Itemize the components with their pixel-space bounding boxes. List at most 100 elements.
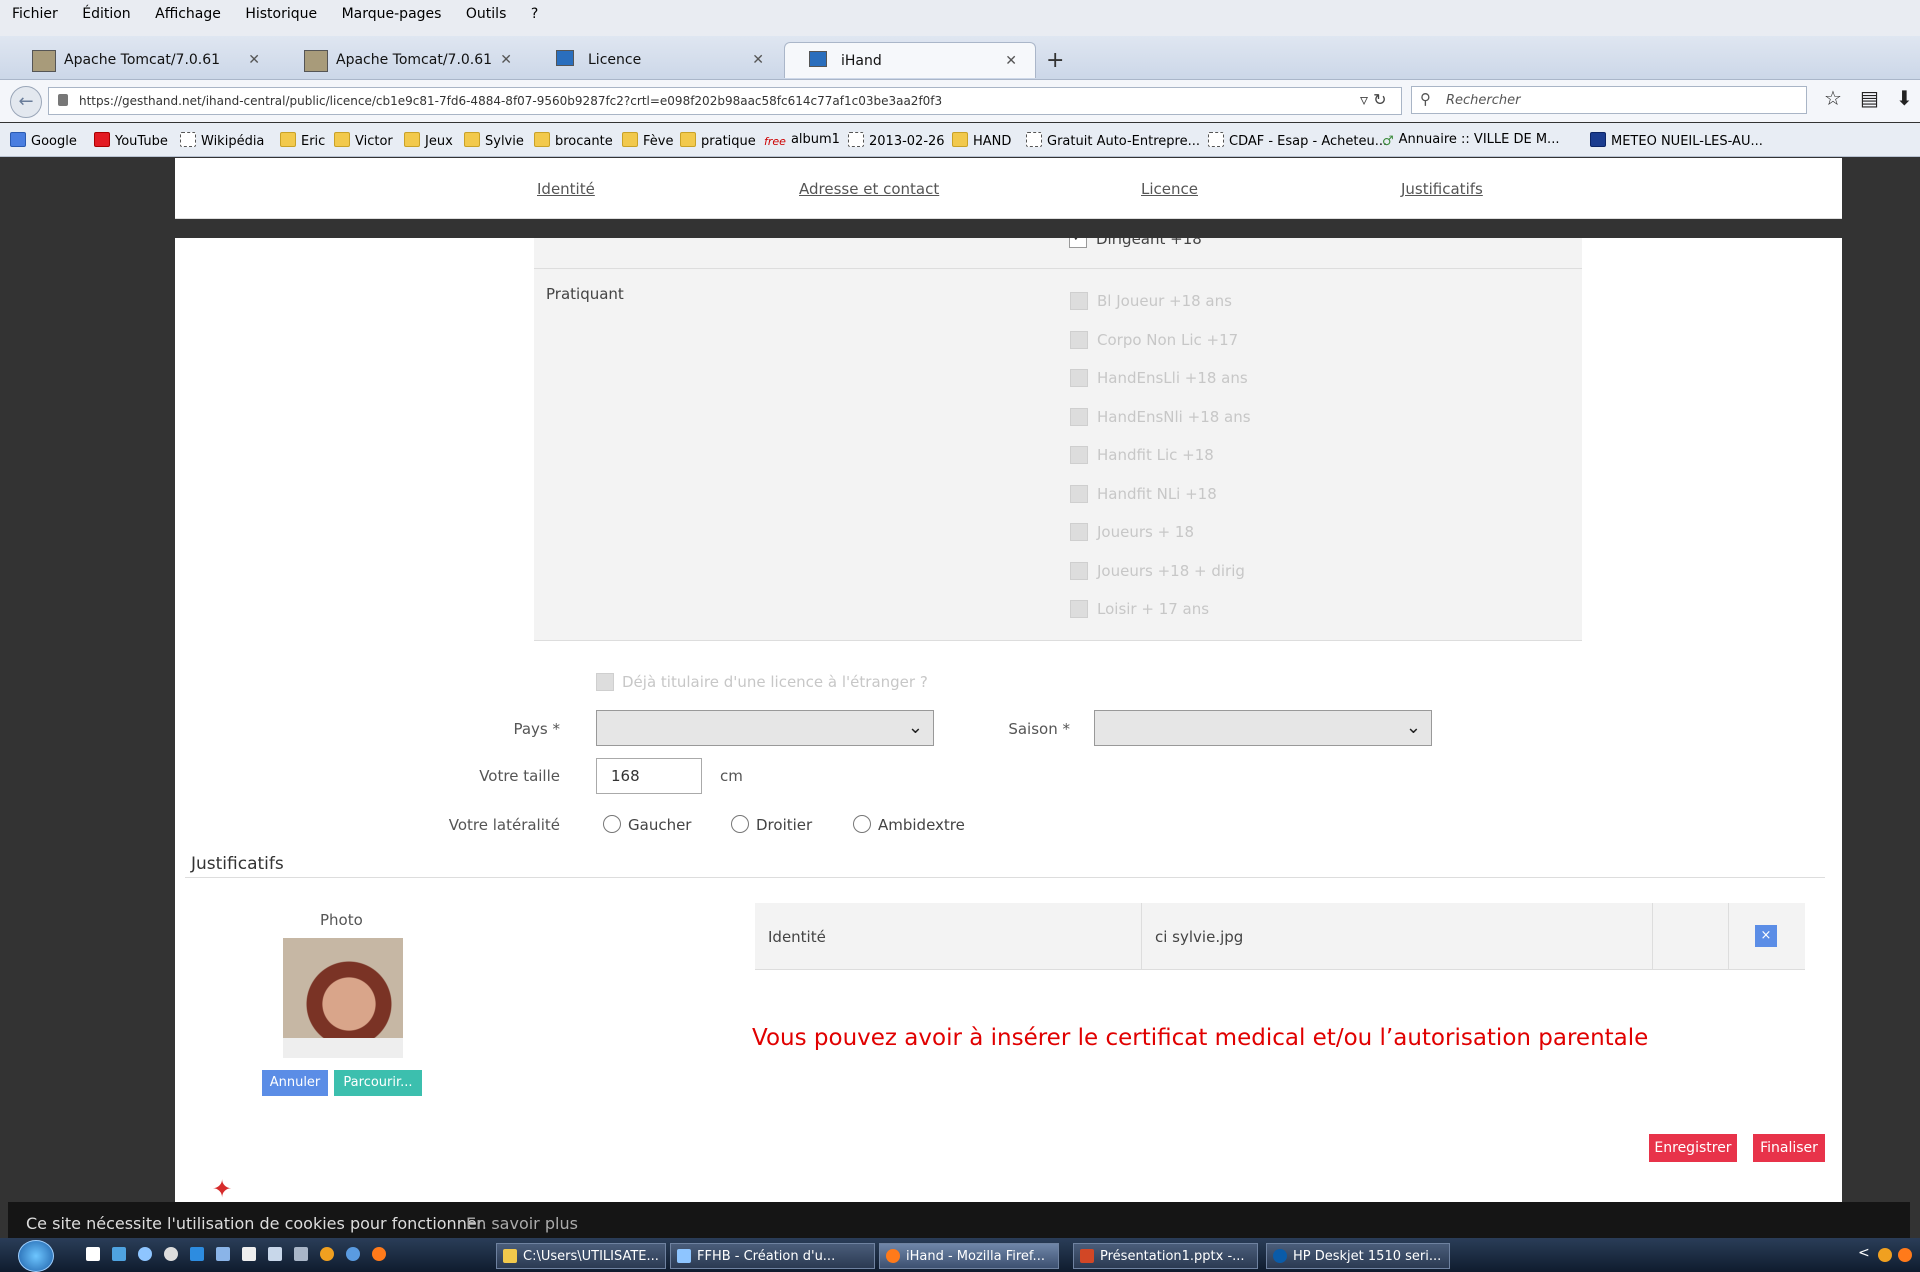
app-icon[interactable] bbox=[268, 1247, 282, 1261]
tray-icon[interactable] bbox=[1878, 1248, 1892, 1262]
finaliser-button[interactable]: Finaliser bbox=[1753, 1134, 1825, 1162]
bookmark-gratuit[interactable]: Gratuit Auto-Entrepre... bbox=[1026, 132, 1200, 149]
tab-licence[interactable]: Licence ✕ bbox=[532, 42, 782, 78]
bookmark-album1[interactable]: free album1 bbox=[764, 132, 840, 148]
etranger-checkbox[interactable] bbox=[596, 673, 614, 691]
pratiquant-checkbox[interactable] bbox=[1070, 600, 1088, 618]
bookmark-hand[interactable]: HAND bbox=[952, 132, 1011, 149]
taskbar-ffhb[interactable]: FFHB - Création d'u... bbox=[670, 1243, 875, 1269]
start-button[interactable] bbox=[18, 1240, 54, 1272]
radio-droitier[interactable] bbox=[731, 815, 749, 833]
menu-aide[interactable]: ? bbox=[531, 6, 538, 22]
close-icon[interactable]: ✕ bbox=[500, 52, 512, 68]
radio-gaucher[interactable] bbox=[603, 815, 621, 833]
taskbar-explorer[interactable]: C:\Users\UTILISATE... bbox=[496, 1243, 666, 1269]
radio-ambidextre[interactable] bbox=[853, 815, 871, 833]
taille-input[interactable]: 168 bbox=[596, 758, 702, 794]
pratiquant-checkbox[interactable] bbox=[1070, 369, 1088, 387]
taskbar-hp[interactable]: HP Deskjet 1510 seri... bbox=[1266, 1243, 1450, 1269]
bookmark-youtube[interactable]: YouTube bbox=[94, 132, 168, 149]
bookmark-wikipedia[interactable]: Wikipédia bbox=[180, 132, 264, 149]
document-filename[interactable]: ci sylvie.jpg bbox=[1155, 928, 1243, 946]
bookmark-jeux[interactable]: Jeux bbox=[404, 132, 453, 149]
cookie-more-link[interactable]: En savoir plus bbox=[466, 1214, 578, 1233]
pratiquant-option-label: Handfit Lic +18 bbox=[1097, 446, 1214, 464]
tab-tomcat-2[interactable]: Apache Tomcat/7.0.61 ✕ bbox=[280, 42, 530, 78]
search-input[interactable]: Rechercher bbox=[1411, 86, 1807, 114]
menu-affichage[interactable]: Affichage bbox=[155, 6, 221, 22]
dirigeant-checkbox[interactable]: ✓ bbox=[1068, 238, 1090, 250]
tab-label: Apache Tomcat/7.0.61 bbox=[64, 52, 221, 68]
app-icon[interactable] bbox=[216, 1247, 230, 1261]
bookmark-brocante[interactable]: brocante bbox=[534, 132, 613, 149]
bookmark-cdaf[interactable]: CDAF - Esap - Acheteu... bbox=[1208, 132, 1387, 149]
new-tab-icon[interactable]: + bbox=[1046, 48, 1064, 73]
nav-identite[interactable]: Identité bbox=[537, 180, 595, 198]
ie-icon[interactable] bbox=[138, 1247, 152, 1261]
annuler-button[interactable]: Annuler bbox=[262, 1070, 328, 1096]
explorer-icon[interactable] bbox=[112, 1247, 126, 1261]
taille-label: Votre taille bbox=[479, 767, 560, 785]
pratiquant-checkbox[interactable] bbox=[1070, 292, 1088, 310]
reading-list-icon[interactable]: ▤ bbox=[1860, 86, 1879, 110]
nav-adresse-contact[interactable]: Adresse et contact bbox=[799, 180, 939, 198]
menu-edition[interactable]: Édition bbox=[82, 6, 130, 22]
close-icon[interactable]: ✕ bbox=[248, 52, 260, 68]
menu-fichier[interactable]: Fichier bbox=[12, 6, 58, 22]
task-label: C:\Users\UTILISATE... bbox=[523, 1249, 659, 1264]
pratiquant-checkbox[interactable] bbox=[1070, 523, 1088, 541]
taskbar-powerpoint[interactable]: Présentation1.pptx -... bbox=[1073, 1243, 1258, 1269]
show-desktop-icon[interactable] bbox=[86, 1247, 100, 1261]
pays-select[interactable]: ⌄ bbox=[596, 710, 934, 746]
app-icon[interactable] bbox=[346, 1247, 360, 1261]
app-icon[interactable] bbox=[242, 1247, 256, 1261]
bookmark-feve[interactable]: Fève bbox=[622, 132, 673, 149]
close-icon[interactable]: ✕ bbox=[752, 52, 764, 68]
tray-icon[interactable] bbox=[1898, 1248, 1912, 1262]
tab-tomcat-1[interactable]: Apache Tomcat/7.0.61 ✕ bbox=[8, 42, 278, 78]
app-icon[interactable] bbox=[190, 1247, 204, 1261]
menu-marque-pages[interactable]: Marque-pages bbox=[342, 6, 442, 22]
etranger-label: Déjà titulaire d'une licence à l'étrange… bbox=[622, 673, 928, 691]
pratiquant-checkbox[interactable] bbox=[1070, 408, 1088, 426]
pratiquant-checkbox[interactable] bbox=[1070, 446, 1088, 464]
close-icon[interactable]: ✕ bbox=[1005, 53, 1017, 69]
bookmark-star-icon[interactable]: ☆ bbox=[1824, 86, 1842, 110]
firefox-icon[interactable] bbox=[372, 1247, 386, 1261]
bookmark-google[interactable]: Google bbox=[10, 132, 77, 149]
pratiquant-checkbox[interactable] bbox=[1070, 562, 1088, 580]
menu-historique[interactable]: Historique bbox=[245, 6, 317, 22]
bookmark-label: Fève bbox=[643, 134, 674, 149]
tab-ihand[interactable]: iHand ✕ bbox=[784, 42, 1036, 78]
app-icon[interactable] bbox=[320, 1247, 334, 1261]
bookmark-pratique[interactable]: pratique bbox=[680, 132, 756, 149]
download-icon[interactable]: ⬇ bbox=[1896, 86, 1913, 110]
delete-document-button[interactable]: × bbox=[1755, 925, 1777, 947]
bookmark-label: Jeux bbox=[425, 134, 453, 149]
bookmark-label: brocante bbox=[555, 134, 613, 149]
bookmark-eric[interactable]: Eric bbox=[280, 132, 325, 149]
media-icon[interactable] bbox=[164, 1247, 178, 1261]
nav-licence[interactable]: Licence bbox=[1141, 180, 1198, 198]
tray-expand-icon[interactable]: < bbox=[1858, 1245, 1870, 1261]
pratiquant-checkbox[interactable] bbox=[1070, 485, 1088, 503]
bookmark-victor[interactable]: Victor bbox=[334, 132, 393, 149]
taskbar-firefox[interactable]: iHand - Mozilla Firef... bbox=[879, 1243, 1059, 1269]
nav-justificatifs[interactable]: Justificatifs bbox=[1401, 180, 1483, 198]
parcourir-button[interactable]: Parcourir... bbox=[334, 1070, 422, 1096]
pratiquant-checkbox[interactable] bbox=[1070, 331, 1088, 349]
bookmark-annuaire[interactable]: ♂ Annuaire :: VILLE DE M... bbox=[1382, 132, 1559, 149]
reload-icon[interactable]: ▿ ↻ bbox=[1360, 90, 1387, 109]
folder-icon bbox=[534, 132, 550, 147]
app-icon[interactable] bbox=[294, 1247, 308, 1261]
hp-icon bbox=[1273, 1249, 1287, 1263]
bookmark-meteo[interactable]: METEO NUEIL-LES-AU... bbox=[1590, 132, 1763, 149]
pratiquant-option-label: Bl Joueur +18 ans bbox=[1097, 292, 1232, 310]
menu-outils[interactable]: Outils bbox=[466, 6, 506, 22]
back-icon[interactable]: ← bbox=[10, 86, 42, 118]
bookmark-2013-02-26[interactable]: 2013-02-26 bbox=[848, 132, 945, 149]
saison-select[interactable]: ⌄ bbox=[1094, 710, 1432, 746]
bookmark-sylvie[interactable]: Sylvie bbox=[464, 132, 524, 149]
url-field[interactable]: https://gesthand.net/ihand-central/publi… bbox=[48, 87, 1402, 115]
enregistrer-button[interactable]: Enregistrer bbox=[1649, 1134, 1737, 1162]
